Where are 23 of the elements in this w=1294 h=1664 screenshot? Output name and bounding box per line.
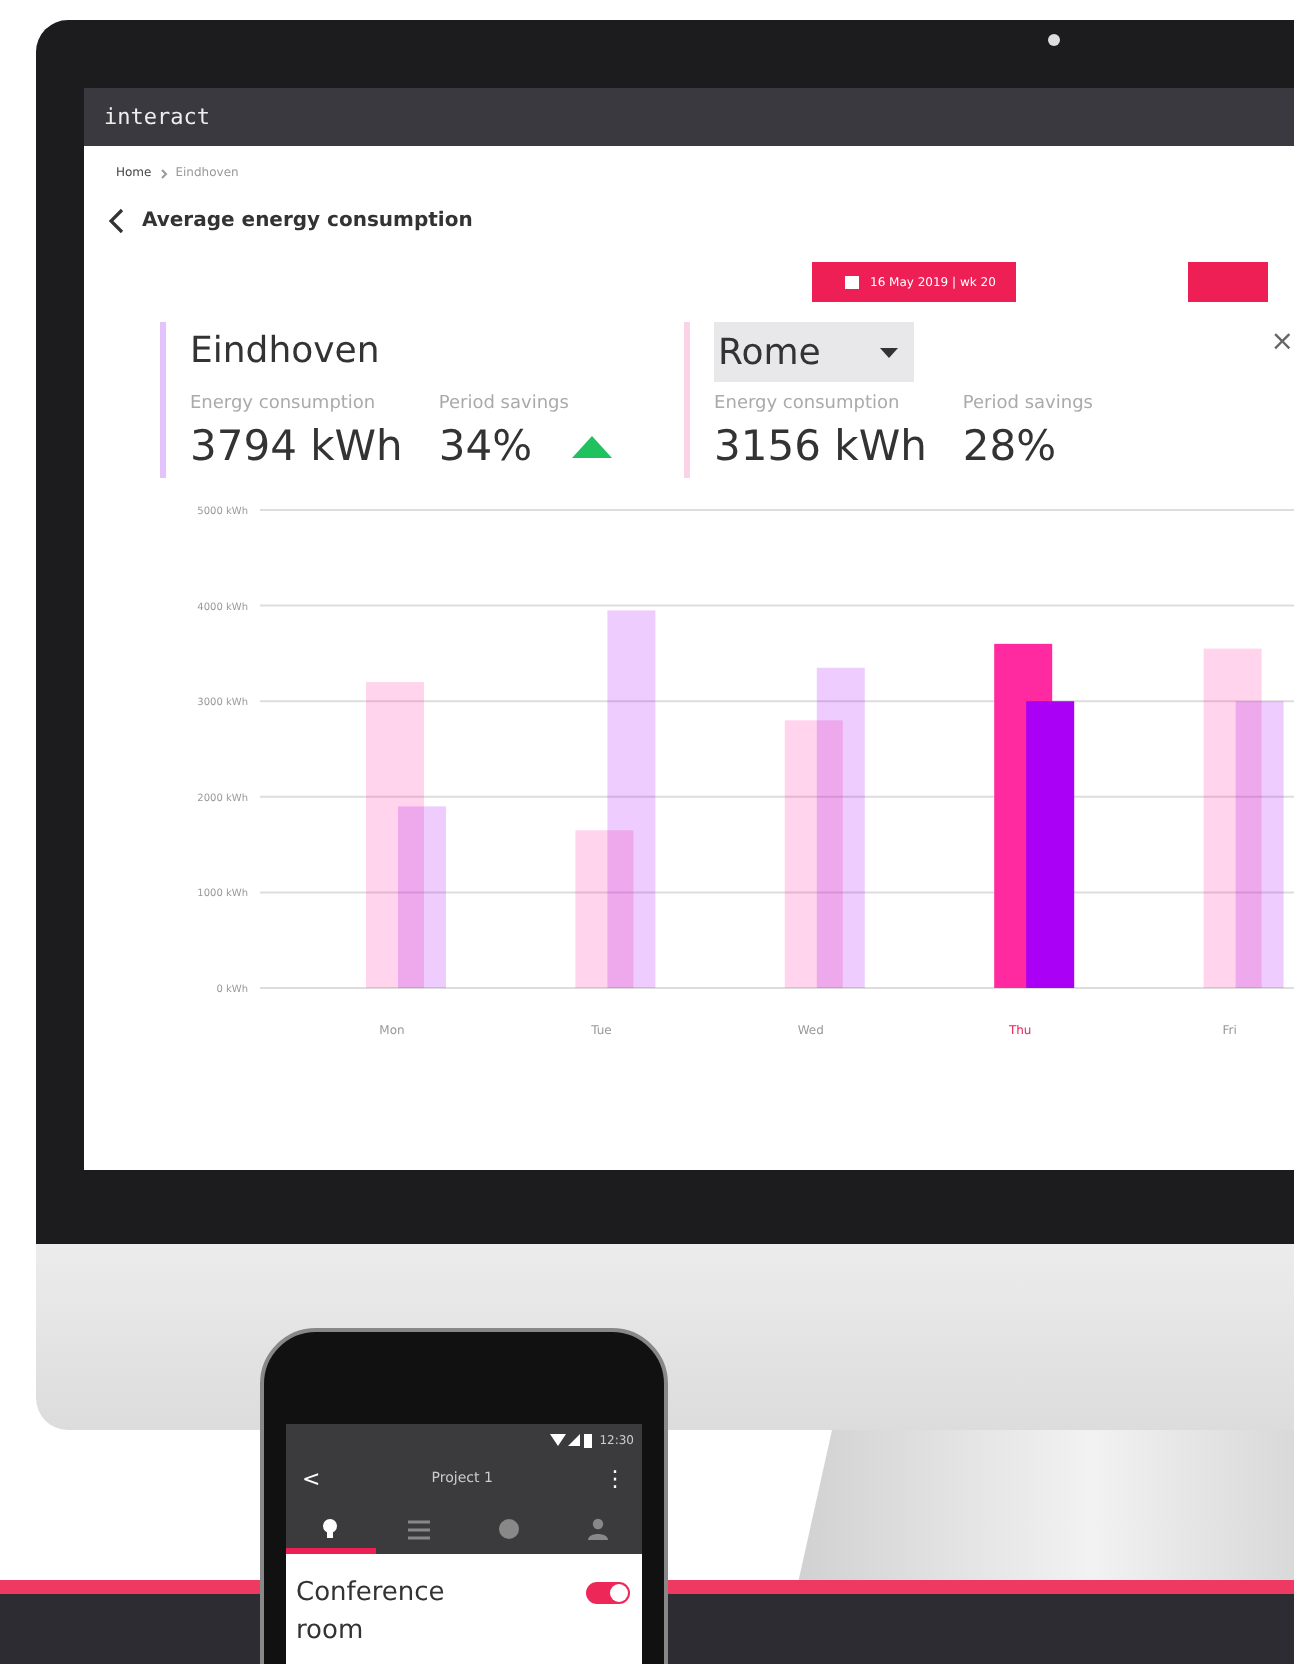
metric-label: Period savings [438, 394, 571, 414]
status-icons [549, 1433, 594, 1447]
metric-value: 3156 kWh [714, 422, 927, 470]
brand-logo: interact [104, 104, 210, 130]
back-button[interactable]: < [302, 1465, 321, 1491]
list-icon [408, 1519, 431, 1539]
metric-label: Energy consumption [714, 394, 902, 414]
person-icon [587, 1518, 608, 1540]
page-title: Average energy consumption [142, 210, 473, 232]
metric-label: Energy consumption [190, 394, 378, 414]
location-dropdown[interactable]: Rome [714, 322, 915, 382]
location-name: Eindhoven [190, 328, 382, 376]
chevron-icon [159, 167, 168, 179]
toggle-switch[interactable] [586, 1582, 630, 1604]
metric-label: Period savings [962, 394, 1093, 414]
caret-icon [880, 347, 899, 357]
metric-value: 3794 kWh [190, 422, 403, 470]
close-button[interactable]: × [1270, 326, 1294, 358]
metric-value: 34% [438, 422, 533, 470]
menu-button[interactable]: ⋮ [603, 1465, 626, 1491]
bulb-icon [322, 1518, 339, 1540]
back-icon[interactable] [108, 208, 124, 234]
metric-value: 28% [962, 422, 1057, 470]
